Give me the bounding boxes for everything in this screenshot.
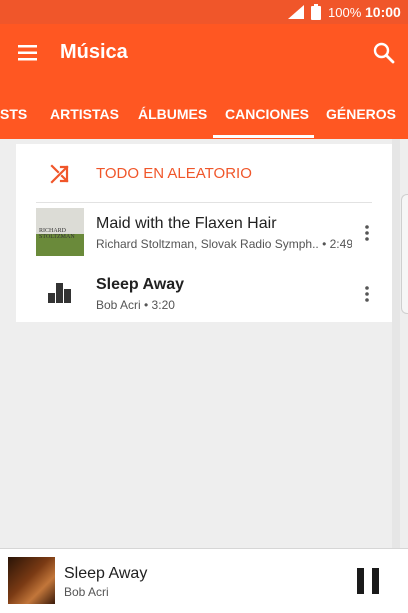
song-list: TODO EN ALEATORIO RICHARD STOLTZMAN Maid…	[16, 144, 392, 322]
pause-icon[interactable]	[356, 567, 380, 595]
now-playing-title: Sleep Away	[64, 565, 148, 582]
shuffle-icon	[50, 164, 69, 184]
album-placeholder-icon	[48, 283, 71, 303]
more-vert-icon[interactable]	[361, 224, 373, 242]
signal-icon	[288, 5, 304, 19]
tab-indicator	[213, 135, 314, 138]
now-playing-artist: Bob Acri	[64, 585, 109, 599]
status-bar: 100% 10:00	[0, 0, 408, 24]
tab-playlists[interactable]: STS	[0, 82, 27, 139]
now-playing-art	[8, 557, 55, 604]
tab-artists[interactable]: ARTISTAS	[50, 82, 119, 139]
shuffle-all-label: TODO EN ALEATORIO	[96, 165, 252, 182]
clock: 10:00	[365, 4, 401, 20]
divider	[36, 202, 372, 203]
fast-scroll-handle[interactable]	[401, 194, 408, 314]
search-icon[interactable]	[372, 41, 396, 65]
album-art: RICHARD STOLTZMAN	[36, 208, 84, 256]
song-title: Sleep Away	[96, 276, 185, 293]
song-subtitle: Richard Stoltzman, Slovak Radio Symph.. …	[96, 237, 352, 251]
app-bar: Música	[0, 24, 408, 82]
page-title: Música	[60, 41, 128, 63]
shuffle-all-button[interactable]: TODO EN ALEATORIO	[16, 144, 392, 202]
tab-albums[interactable]: ÁLBUMES	[138, 82, 207, 139]
battery-icon	[311, 4, 321, 20]
song-row[interactable]: RICHARD STOLTZMAN Maid with the Flaxen H…	[16, 204, 392, 264]
battery-percent: 100%	[328, 5, 362, 20]
song-row[interactable]: Sleep Away Bob Acri • 3:20	[16, 265, 392, 325]
now-playing-bar[interactable]: Sleep Away Bob Acri	[0, 548, 408, 613]
scrollbar[interactable]	[392, 139, 400, 548]
tab-songs[interactable]: CANCIONES	[225, 82, 309, 139]
menu-icon[interactable]	[16, 42, 40, 64]
song-title: Maid with the Flaxen Hair	[96, 215, 277, 232]
song-subtitle: Bob Acri • 3:20	[96, 298, 175, 312]
tab-bar: STS ARTISTAS ÁLBUMES CANCIONES GÉNEROS	[0, 82, 408, 139]
album-art-text: RICHARD STOLTZMAN	[39, 228, 75, 240]
tab-genres[interactable]: GÉNEROS	[326, 82, 396, 139]
more-vert-icon[interactable]	[361, 285, 373, 303]
